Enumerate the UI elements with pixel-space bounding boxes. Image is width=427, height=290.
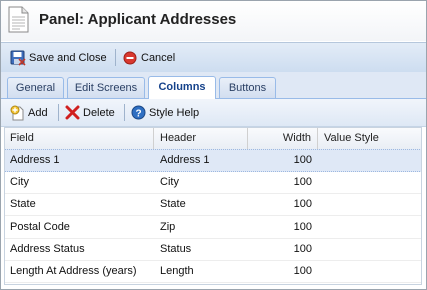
cell-value-style [324,261,422,282]
cell-field: City [10,176,29,188]
cell-field: Address Status [10,243,85,255]
panel-window: Panel: Applicant Addresses Save and Clos… [0,0,427,290]
cell-value-style [324,150,422,171]
cell-header: Status [160,243,192,255]
delete-button[interactable]: Delete [65,99,115,126]
cell-header: Length [160,265,194,277]
cell-header: Address 1 [160,154,210,166]
panel-header: Panel: Applicant Addresses [1,1,426,41]
grid-header: Field Header Width Value Style [4,127,422,150]
style-help-button[interactable]: ? Style Help [131,99,199,126]
style-help-label: Style Help [149,106,200,119]
cell-width: 100 [293,265,312,277]
toolbar-divider [58,104,59,121]
delete-icon [65,105,80,120]
cell-width: 100 [293,176,312,188]
table-row[interactable]: City City 100 [4,172,422,194]
table-row[interactable]: Address Status Status 100 [4,239,422,261]
tab-strip: General Edit Screens Columns Buttons [1,72,426,99]
tab-buttons[interactable]: Buttons [219,77,276,98]
main-toolbar: Save and Close Cancel [1,42,426,73]
add-button[interactable]: Add [10,99,48,126]
tab-columns[interactable]: Columns [148,76,216,99]
save-icon [10,50,26,66]
toolbar-divider [115,49,116,66]
tab-edit-screens[interactable]: Edit Screens [67,77,145,98]
column-header-width[interactable]: Width [248,127,318,149]
save-and-close-label: Save and Close [29,51,107,64]
cell-value-style [324,172,422,193]
page-title: Panel: Applicant Addresses [39,11,237,28]
cell-width: 100 [293,221,312,233]
cell-value-style [324,194,422,215]
cell-value-style [324,239,422,260]
column-header-header[interactable]: Header [154,127,248,149]
help-icon: ? [131,105,146,120]
cell-value-style [324,217,422,238]
column-header-value-style[interactable]: Value Style [318,127,422,149]
cancel-icon [123,51,137,64]
cell-field: Address 1 [10,154,60,166]
cell-header: Zip [160,221,176,233]
table-row[interactable]: Length At Address (years) Length 100 [4,261,422,283]
cell-field: State [10,198,36,210]
cell-header: State [160,198,186,210]
table-row[interactable]: State State 100 [4,194,422,216]
cell-width: 100 [293,154,312,166]
grid-toolbar: Add Delete ? Style Help [1,99,426,127]
cell-width: 100 [293,198,312,210]
document-icon [8,6,29,33]
table-row[interactable]: Address 1 Address 1 100 [4,149,422,172]
table-row[interactable]: Postal Code Zip 100 [4,217,422,239]
cell-width: 100 [293,243,312,255]
cell-field: Length At Address (years) [10,265,137,277]
add-label: Add [28,106,48,119]
cell-header: City [160,176,179,188]
cancel-button[interactable]: Cancel [123,43,175,72]
delete-label: Delete [83,106,115,119]
cancel-label: Cancel [141,51,176,64]
toolbar-divider [124,104,125,121]
add-icon [10,105,24,120]
column-header-field[interactable]: Field [4,127,154,149]
svg-text:?: ? [135,109,141,120]
save-and-close-button[interactable]: Save and Close [10,43,107,72]
cell-field: Postal Code [10,221,70,233]
tab-general[interactable]: General [7,77,64,98]
